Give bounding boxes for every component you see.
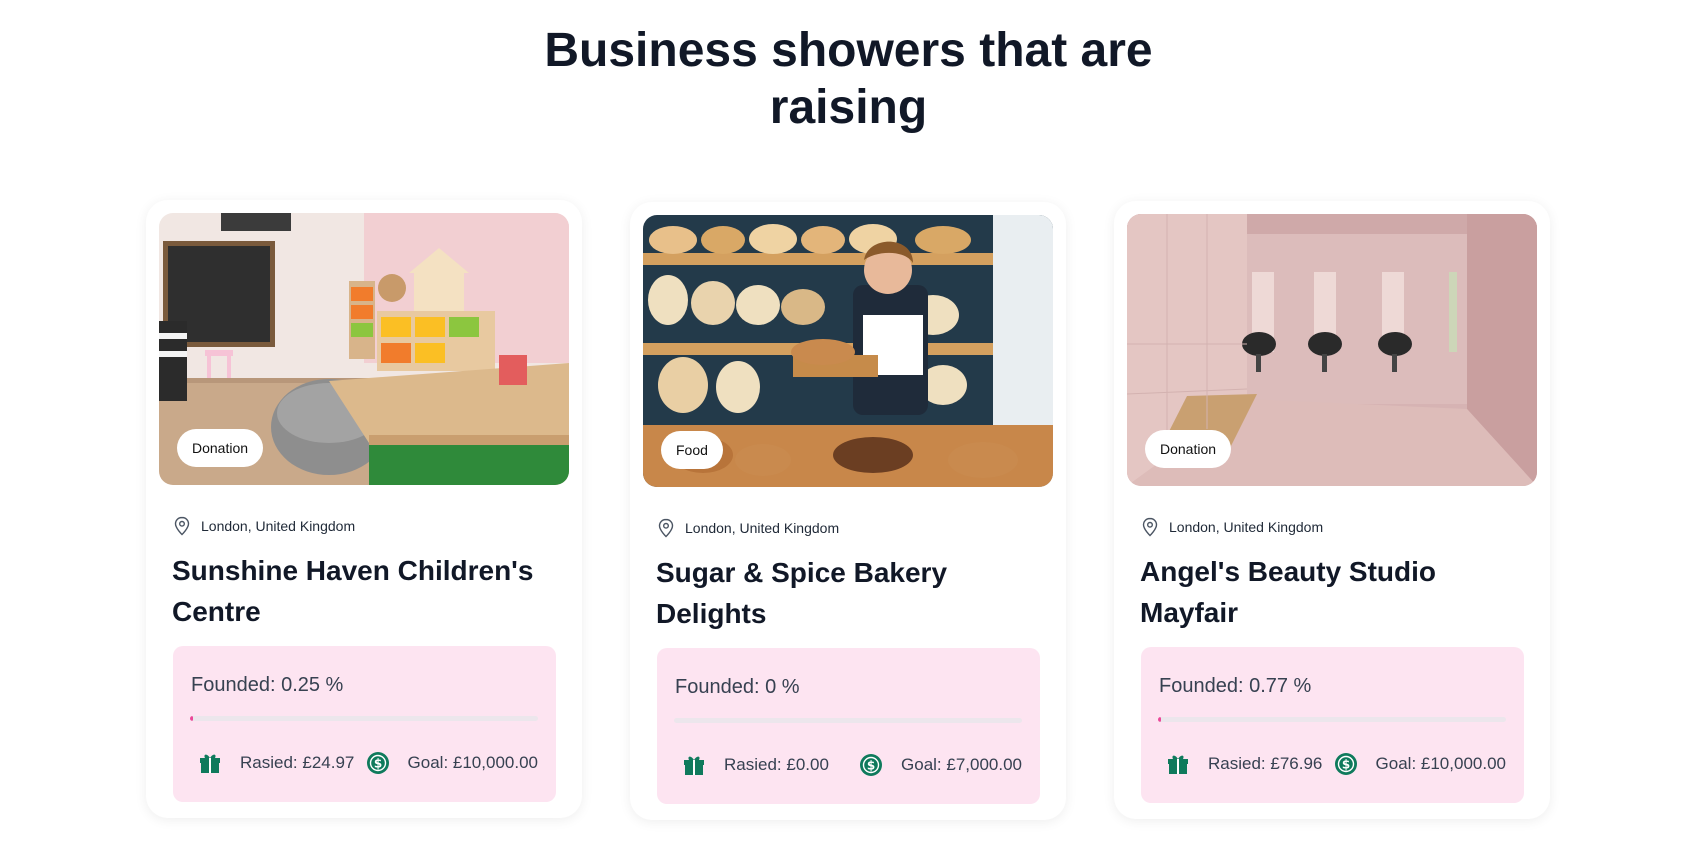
dollar-coin-icon: $	[1334, 753, 1357, 775]
dollar-coin-icon: $	[366, 752, 389, 774]
raised-amount: Rasied: £24.97	[197, 750, 354, 776]
campaign-photo-salon[interactable]: Donation	[1127, 214, 1537, 486]
category-tag: Donation	[177, 429, 264, 467]
section-heading-line-1: Business showers that are	[544, 24, 1153, 77]
progress-bar-fill	[190, 716, 193, 721]
campaign-card[interactable]: Donation London, United Kingdom Angel's …	[1114, 201, 1550, 819]
location-pin-icon	[658, 518, 674, 538]
gift-box-icon	[684, 756, 704, 775]
campaign-title[interactable]: Sugar & Spice Bakery Delights	[656, 552, 1046, 634]
progress-bar	[190, 716, 538, 721]
raised-amount: Rasied: £0.00	[681, 752, 829, 778]
category-tag: Donation	[1145, 430, 1232, 468]
category-tag: Food	[661, 431, 723, 469]
campaign-card[interactable]: Food London, United Kingdom Sugar & Spic…	[630, 202, 1066, 820]
funding-stats: Founded: 0.77 % Rasied: £76.96 $ Goal: £…	[1141, 647, 1524, 803]
progress-bar	[1158, 717, 1506, 722]
location-row: London, United Kingdom	[173, 516, 355, 536]
progress-bar-fill	[1158, 717, 1161, 722]
goal-amount: $ Goal: £10,000.00	[365, 750, 538, 776]
raised-amount: Rasied: £76.96	[1165, 751, 1322, 777]
location-pin-icon	[174, 516, 190, 536]
founded-percent: Founded: 0.25 %	[191, 674, 344, 696]
gift-box-icon	[1168, 755, 1188, 774]
location-text: London, United Kingdom	[201, 518, 356, 534]
goal-amount: $ Goal: £10,000.00	[1333, 751, 1506, 777]
goal-text: Goal: £7,000.00	[901, 755, 1022, 774]
campaign-title[interactable]: Sunshine Haven Children's Centre	[172, 550, 562, 632]
location-text: London, United Kingdom	[1169, 519, 1324, 535]
gift-box-icon	[200, 754, 220, 773]
goal-amount: $ Goal: £7,000.00	[858, 752, 1022, 778]
founded-percent: Founded: 0.77 %	[1159, 675, 1312, 697]
founded-percent: Founded: 0 %	[675, 676, 800, 698]
progress-bar	[674, 718, 1022, 723]
funding-stats: Founded: 0 % Rasied: £0.00 $ Goal: £7,00…	[657, 648, 1040, 804]
raised-text: Rasied: £76.96	[1208, 754, 1323, 773]
location-text: London, United Kingdom	[685, 520, 840, 536]
section-heading-line-2: raising	[769, 81, 928, 134]
location-pin-icon	[1142, 517, 1158, 537]
location-row: London, United Kingdom	[1141, 517, 1323, 537]
campaign-card[interactable]: Donation London, United Kingdom Sunshine…	[146, 200, 582, 818]
dollar-coin-icon: $	[860, 754, 883, 776]
campaign-title[interactable]: Angel's Beauty Studio Mayfair	[1140, 551, 1530, 633]
raised-text: Rasied: £24.97	[240, 753, 355, 772]
goal-text: Goal: £10,000.00	[407, 753, 538, 772]
svg-text:$: $	[373, 757, 381, 771]
goal-text: Goal: £10,000.00	[1375, 754, 1506, 773]
raised-text: Rasied: £0.00	[724, 755, 829, 774]
campaign-photo-bakery[interactable]: Food	[643, 215, 1053, 487]
funding-stats: Founded: 0.25 % Rasied: £24.97 $ Goal: £…	[173, 646, 556, 802]
svg-text:$: $	[1341, 758, 1349, 772]
location-row: London, United Kingdom	[657, 518, 839, 538]
svg-text:$: $	[867, 759, 875, 773]
section-heading: Business showers that are raising	[0, 22, 1697, 136]
campaign-photo-playroom[interactable]: Donation	[159, 213, 569, 485]
